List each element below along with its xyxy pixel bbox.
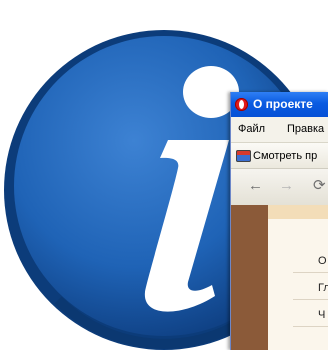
title-bar[interactable]: О проекте — [231, 92, 328, 117]
tv-icon — [236, 150, 251, 162]
browser-window: О проекте Файл Правка Смотреть пр ← → ⟳ … — [230, 92, 328, 350]
page-sidebar — [231, 205, 268, 350]
bookmarks-bar: Смотреть пр — [231, 142, 328, 169]
content-panel — [268, 205, 328, 350]
back-arrow-icon[interactable]: ← — [248, 177, 263, 195]
opera-icon — [235, 98, 248, 111]
menu-file[interactable]: Файл — [238, 117, 265, 142]
divider — [293, 326, 328, 327]
nav-link-about[interactable]: О — [318, 254, 327, 268]
nav-link-third[interactable]: Ч — [318, 308, 325, 322]
reload-icon[interactable]: ⟳ — [313, 177, 326, 195]
forward-arrow-icon[interactable]: → — [279, 177, 294, 195]
divider — [293, 272, 328, 273]
page-content: О Гл Ч — [231, 205, 328, 350]
navigation-bar: ← → ⟳ — [231, 168, 328, 206]
menu-bar: Файл Правка — [231, 117, 328, 142]
menu-edit[interactable]: Правка — [287, 117, 324, 142]
divider — [293, 299, 328, 300]
bookmark-watch[interactable]: Смотреть пр — [253, 143, 317, 169]
nav-link-main[interactable]: Гл — [318, 281, 328, 295]
panel-header — [268, 205, 328, 219]
window-title: О проекте — [253, 97, 313, 111]
